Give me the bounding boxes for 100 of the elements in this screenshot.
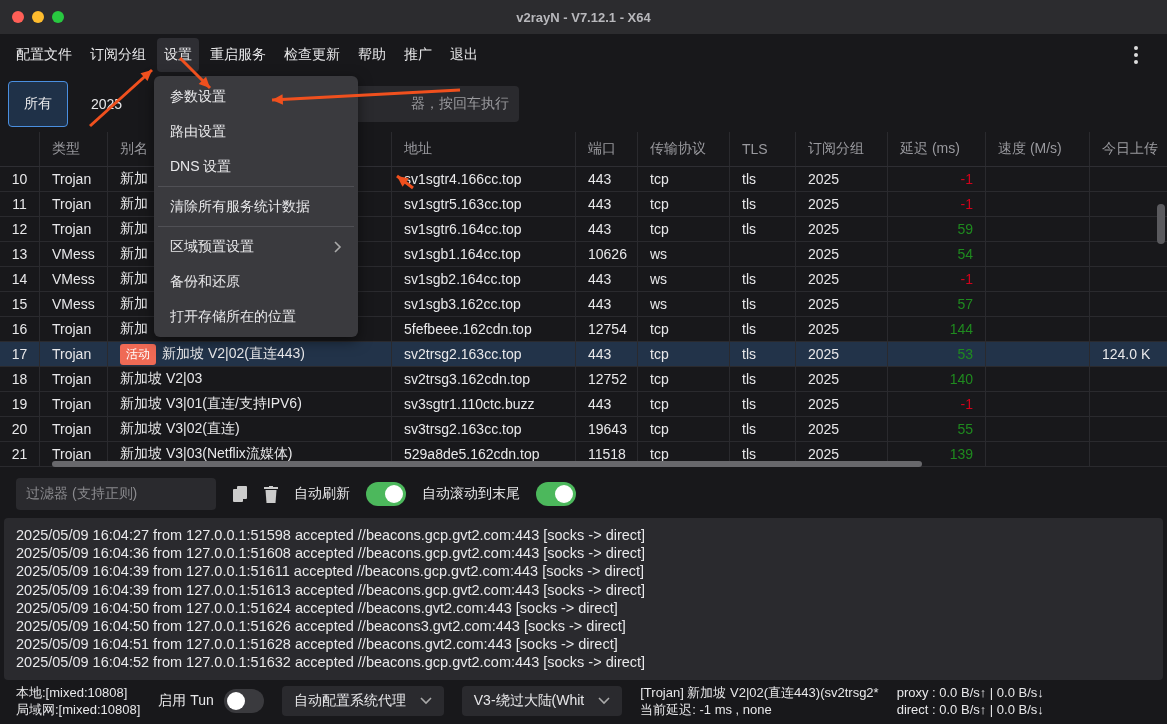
column-header[interactable]: 端口 — [576, 132, 638, 166]
row-number[interactable]: 10 — [0, 167, 40, 192]
menu-item[interactable]: 推广 — [397, 38, 439, 72]
table-cell: 443 — [588, 296, 612, 312]
menu-option[interactable]: 清除所有服务统计数据 — [154, 189, 358, 224]
menu-item[interactable]: 订阅分组 — [83, 38, 153, 72]
column-header[interactable]: 传输协议 — [638, 132, 730, 166]
row-number[interactable]: 20 — [0, 417, 40, 442]
table-cell: Trojan — [52, 446, 92, 462]
table-cell: VMess — [52, 271, 95, 287]
dropdown-select[interactable]: 自动配置系统代理 — [281, 686, 444, 716]
row-number[interactable]: 13 — [0, 242, 40, 267]
row-number[interactable]: 12 — [0, 217, 40, 242]
table-cell: 10626 — [588, 246, 627, 262]
menu-option[interactable]: DNS 设置 — [154, 149, 358, 184]
tab[interactable]: 所有 — [8, 81, 68, 127]
table-cell: 139 — [949, 446, 973, 462]
close-icon[interactable] — [12, 11, 24, 23]
port-info: 本地:[mixed:10808] — [16, 684, 129, 701]
table-cell: 新加 — [120, 295, 148, 313]
table-cell: 443 — [588, 171, 612, 187]
table-cell: sv2trsg2.163cc.top — [404, 346, 522, 362]
trash-icon[interactable] — [264, 485, 278, 503]
log-line: 2025/05/09 16:04:50 from 127.0.0.1:51626 accepted //beacons3.gvt2.com:443 [socks -> direct] — [16, 617, 627, 636]
table-cell: 529a8de5.162cdn.top — [404, 446, 540, 462]
row-number[interactable]: 21 — [0, 442, 40, 467]
dropdown-select[interactable]: V3-绕过大陆(Whit — [461, 686, 623, 716]
table-cell: 2025 — [808, 446, 840, 462]
table-cell: 新加坡 V3|03(Netflix流媒体) — [120, 445, 293, 463]
minimize-icon[interactable] — [32, 11, 44, 23]
table-cell: tls — [742, 396, 756, 412]
table-cell: sv2trsg3.162cdn.top — [404, 371, 531, 387]
table-cell: 57 — [957, 296, 973, 312]
table-cell: 443 — [588, 221, 612, 237]
column-header[interactable]: 速度 (M/s) — [986, 132, 1090, 166]
row-number[interactable]: 18 — [0, 367, 40, 392]
table-cell: Trojan — [52, 346, 92, 362]
table-cell: 54 — [957, 246, 973, 262]
table-cell: ws — [650, 271, 668, 287]
table-cell: 新加 — [120, 195, 148, 213]
table-cell: sv1sgtr5.163cc.top — [404, 196, 522, 212]
column-header[interactable]: 订阅分组 — [796, 132, 888, 166]
chevron-down-icon — [598, 697, 611, 705]
table-cell: 12752 — [588, 371, 627, 387]
copy-icon[interactable] — [232, 485, 248, 503]
table-cell: tcp — [650, 396, 669, 412]
table-cell: 2025 — [808, 421, 840, 437]
filter-field[interactable]: 过滤器 (支持正则) — [16, 478, 216, 510]
row-number[interactable]: 14 — [0, 267, 40, 292]
table-cell: 140 — [949, 371, 973, 387]
column-header[interactable]: TLS — [730, 132, 796, 166]
log-line: 2025/05/09 16:04:52 from 127.0.0.1:51632 accepted //beacons.gcp.gvt2.com:443 [socks -> direct] — [16, 653, 647, 672]
table-cell: Trojan — [52, 371, 92, 387]
chevron-right-icon — [334, 240, 342, 253]
log-line: 2025/05/09 16:04:39 from 127.0.0.1:51613 accepted //beacons.gcp.gvt2.com:443 [socks -> direct] — [16, 580, 647, 599]
column-header[interactable]: 类型 — [40, 132, 108, 166]
maximize-icon[interactable] — [52, 11, 64, 23]
window-title: v2rayN - V7.12.1 - X64 — [516, 9, 651, 25]
table-cell: 2025 — [808, 296, 840, 312]
menu-option[interactable]: 打开存储所在的位置 — [154, 299, 358, 334]
menu-option[interactable]: 区域预置设置 — [154, 229, 358, 264]
menu-option[interactable]: 备份和还原 — [154, 264, 358, 299]
table-cell: 新加 — [120, 220, 148, 238]
toggle-switch[interactable] — [366, 482, 406, 506]
server-info: 当前延迟: -1 ms , none — [640, 701, 773, 718]
table-cell: 443 — [588, 346, 612, 362]
column-header[interactable]: 今日上传 — [1090, 132, 1167, 166]
column-header[interactable]: 地址 — [392, 132, 576, 166]
table-cell: 12754 — [588, 321, 627, 337]
toggle-switch[interactable] — [223, 689, 264, 713]
menu-item[interactable]: 退出 — [443, 38, 485, 72]
table-cell: sv3sgtr1.110ctc.buzz — [404, 396, 535, 412]
toggle-switch[interactable] — [536, 482, 576, 506]
table-cell: Trojan — [52, 221, 92, 237]
table-cell: -1 — [960, 171, 973, 187]
row-number[interactable]: 19 — [0, 392, 40, 417]
table-cell: 新加坡 V3|01(直连/支持IPV6) — [120, 395, 302, 413]
log-line: 2025/05/09 16:04:51 from 127.0.0.1:51628 accepted //beacons.gvt2.com:443 [socks -> direct] — [16, 635, 619, 654]
row-number[interactable]: 11 — [0, 192, 40, 217]
table-cell: 144 — [949, 321, 973, 337]
table-cell: -1 — [960, 271, 973, 287]
table-cell: ws — [650, 246, 668, 262]
menu-item[interactable]: 检查更新 — [277, 38, 347, 72]
scrollbar-thumb[interactable] — [1157, 204, 1165, 244]
table-cell: tcp — [650, 346, 669, 362]
menu-item[interactable]: 帮助 — [351, 38, 393, 72]
table-cell: tls — [742, 346, 756, 362]
more-icon[interactable] — [1134, 46, 1138, 64]
scrollbar-thumb[interactable] — [52, 461, 922, 467]
menu-item[interactable]: 重启服务 — [203, 38, 273, 72]
table-cell: 2025 — [808, 321, 840, 337]
speed-info: direct : 0.0 B/s↑ | 0.0 B/s↓ — [896, 701, 1044, 718]
table-cell: tcp — [650, 196, 669, 212]
row-number[interactable]: 15 — [0, 292, 40, 317]
column-header[interactable]: 延迟 (ms) — [888, 132, 986, 166]
row-number[interactable]: 17 — [0, 342, 40, 367]
log-line: 2025/05/09 16:04:27 from 127.0.0.1:51598 accepted //beacons.gcp.gvt2.com:443 [socks -> direct] — [16, 526, 647, 545]
table-cell: tcp — [650, 321, 669, 337]
menu-item[interactable]: 配置文件 — [9, 38, 79, 72]
table-cell: 2025 — [808, 246, 840, 262]
